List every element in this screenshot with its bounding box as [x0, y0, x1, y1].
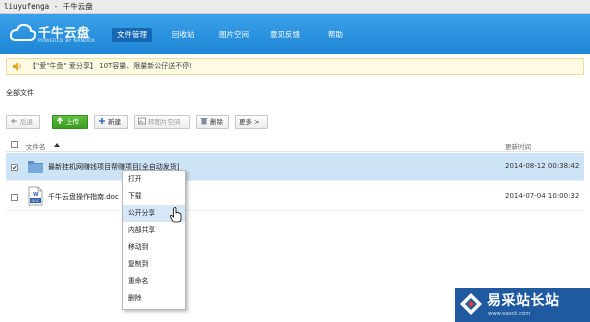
- column-filename[interactable]: 文件名: [26, 141, 46, 151]
- cloud-icon: [10, 24, 36, 41]
- file-name[interactable]: 千牛云盘操作指南.doc: [48, 192, 119, 202]
- watermark-text: 易采站长站: [487, 293, 560, 309]
- watermark: 易采站长站 www.easck.com: [455, 288, 590, 322]
- app-logo[interactable]: 千牛云盘 POWERED BY NANDOX: [10, 20, 100, 50]
- back-arrow-icon: [11, 118, 17, 124]
- menu-internal-share[interactable]: 内部共享: [123, 222, 185, 239]
- window-title: liuyufenga - 千牛云盘: [4, 2, 93, 11]
- back-button[interactable]: 后退: [6, 115, 40, 129]
- nav-image-space[interactable]: 图片空间: [214, 28, 254, 42]
- svg-text:DOC: DOC: [32, 199, 40, 203]
- menu-copy-to[interactable]: 复制到: [123, 256, 185, 273]
- nav-file-manager[interactable]: 文件管理: [112, 28, 152, 42]
- watermark-url: www.easck.com: [488, 311, 531, 317]
- column-updated-time[interactable]: 更新时间: [505, 141, 531, 151]
- select-all-checkbox[interactable]: [11, 141, 18, 148]
- word-document-icon: DOC W: [28, 186, 43, 206]
- row-checkbox[interactable]: [11, 164, 18, 171]
- folder-icon: [28, 161, 43, 173]
- window-titlebar: liuyufenga - 千牛云盘: [0, 0, 590, 14]
- app-header: 千牛云盘 POWERED BY NANDOX 文件管理 回收站 图片空间 意见反…: [0, 14, 590, 54]
- file-list-header: 文件名 更新时间: [6, 138, 584, 152]
- context-menu: 打开 下载 公开分享 内部共享 移动到 复制到 重命名 删除: [122, 170, 186, 310]
- breadcrumb-all-files[interactable]: 全部文件: [6, 89, 34, 97]
- file-time: 2014-08-12 00:38:42: [505, 162, 580, 170]
- file-row[interactable]: DOC W 千牛云盘操作指南.doc 2014-07-04 10:00:32: [6, 183, 584, 211]
- menu-download[interactable]: 下载: [123, 188, 185, 205]
- nav-feedback[interactable]: 意见反馈: [265, 28, 305, 42]
- svg-text:W: W: [33, 192, 39, 198]
- nav-help[interactable]: 帮助: [323, 28, 348, 42]
- image-icon: [138, 117, 146, 125]
- checkmark-icon: [12, 165, 17, 170]
- upload-button[interactable]: 上传: [52, 115, 88, 129]
- menu-open[interactable]: 打开: [123, 171, 185, 188]
- breadcrumb: 全部文件: [6, 88, 34, 98]
- delete-button[interactable]: 删除: [196, 115, 229, 129]
- menu-rename[interactable]: 重命名: [123, 273, 185, 290]
- new-folder-button[interactable]: 新建: [94, 115, 128, 129]
- file-time: 2014-07-04 10:00:32: [505, 192, 580, 200]
- hand-cursor-icon: [170, 207, 182, 223]
- notice-text: 【"爱"牛盘" 爱分享】 10T容量、限量新公仔送不停!: [29, 62, 193, 70]
- plus-icon: [99, 118, 105, 124]
- trash-icon: [200, 118, 208, 125]
- speaker-icon: [13, 62, 21, 71]
- nav-recycle-bin[interactable]: 回收站: [167, 28, 200, 42]
- menu-move-to[interactable]: 移动到: [123, 239, 185, 256]
- logo-subtitle: POWERED BY NANDOX: [38, 39, 96, 44]
- watermark-logo-icon: [460, 293, 482, 315]
- row-checkbox[interactable]: [11, 194, 18, 201]
- file-row[interactable]: 最新挂机网赚钱项目帮赚项目[全自动发货] 2014-08-12 00:38:42: [6, 153, 584, 181]
- sort-ascending-icon[interactable]: [54, 143, 60, 147]
- menu-delete[interactable]: 删除: [123, 290, 185, 307]
- notice-bar[interactable]: 【"爱"牛盘" 爱分享】 10T容量、限量新公仔送不停!: [6, 58, 584, 75]
- upload-arrow-icon: [56, 117, 64, 124]
- more-button[interactable]: 更多 >: [235, 115, 268, 129]
- to-image-space-button[interactable]: 转图片空间: [134, 115, 190, 129]
